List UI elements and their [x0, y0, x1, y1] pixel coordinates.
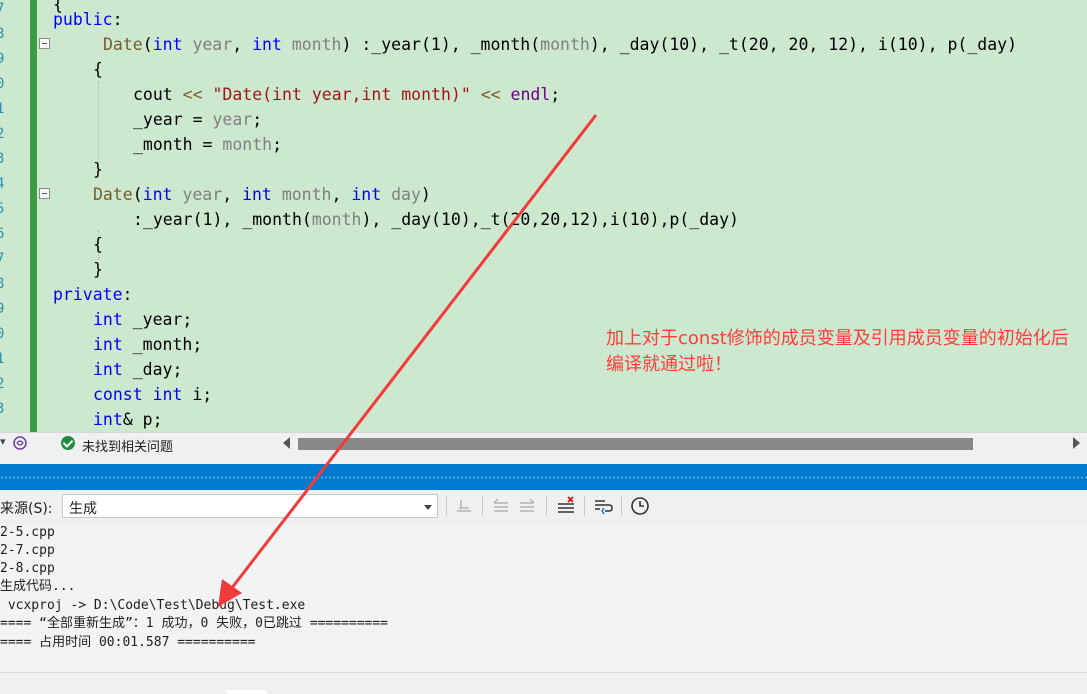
toolbar-separator	[584, 496, 585, 516]
code-line: const int i;	[93, 385, 213, 404]
code-line: {	[93, 60, 103, 79]
output-line: ==== 占用时间 00:01.587 ==========	[0, 635, 256, 650]
panel-tab[interactable]	[226, 690, 266, 694]
indent-guide	[98, 82, 99, 162]
code-line: }	[93, 160, 103, 179]
bottom-tab-strip	[0, 672, 1087, 694]
output-source-dropdown[interactable]: 生成	[62, 494, 438, 518]
toolbar-separator	[482, 496, 483, 516]
toolbar-separator	[621, 496, 622, 516]
horizontal-scrollbar-thumb[interactable]	[298, 438, 973, 450]
line-number: 4	[0, 176, 5, 192]
line-number: 3	[0, 151, 5, 167]
output-panel-title-bar[interactable]	[0, 464, 1087, 490]
toolbar-separator	[446, 496, 447, 516]
collapse-toggle-icon[interactable]	[39, 188, 50, 199]
word-wrap-icon[interactable]	[592, 495, 614, 517]
output-line: 生成代码...	[0, 579, 76, 594]
next-message-icon[interactable]	[516, 495, 538, 517]
line-number: 1	[0, 101, 5, 117]
output-source-value: 生成	[69, 501, 97, 517]
code-line: Date(int year, int month) :_year(1), _mo…	[103, 35, 1017, 54]
line-number: 8	[0, 26, 5, 42]
chevron-down-icon	[424, 505, 432, 510]
code-line: int _month;	[93, 335, 203, 354]
output-text-area[interactable]: 2-5.cpp 2-7.cpp 2-8.cpp 生成代码... vcxproj …	[0, 524, 1087, 672]
no-issues-check-icon	[61, 436, 75, 450]
code-line: _month = month;	[133, 135, 283, 154]
line-number: 7	[0, 251, 5, 267]
line-number: 0	[0, 76, 5, 92]
line-number: 1	[0, 351, 5, 367]
output-line: ==== “全部重新生成”：1 成功，0 失败，0已跳过 ==========	[0, 616, 389, 631]
annotation-note: 加上对于const修饰的成员变量及引用成员变量的初始化后编译就通过啦！	[606, 328, 1069, 375]
line-number: 9	[0, 301, 5, 317]
change-tracking-bar	[30, 0, 37, 432]
line-number: 6	[0, 226, 5, 242]
panel-splitter[interactable]	[0, 454, 1087, 464]
output-source-label: 来源(S):	[0, 501, 53, 517]
code-line: int _day;	[93, 360, 183, 379]
code-line: private:	[53, 285, 133, 304]
code-line: int _year;	[93, 310, 193, 329]
scroll-left-arrow-icon[interactable]	[283, 437, 290, 449]
code-line: public:	[53, 10, 123, 29]
line-number: 9	[0, 51, 5, 67]
code-line: :_year(1), _month(month), _day(10),_t(20…	[133, 210, 739, 229]
code-line: {	[93, 235, 103, 254]
line-number: 8	[0, 276, 5, 292]
code-line: int& p;	[93, 410, 163, 429]
scroll-right-arrow-icon[interactable]	[1073, 437, 1080, 449]
line-number: 2	[0, 376, 5, 392]
code-line: _year = year;	[133, 110, 263, 129]
line-number-gutter: 7 8 9 0 1 2 3 4 5 6 7 8 9 0 1 2 3	[0, 0, 30, 432]
code-line: }	[93, 260, 103, 279]
line-number: 0	[0, 326, 5, 342]
toolbar-separator	[546, 496, 547, 516]
line-number: 5	[0, 201, 5, 217]
code-editor[interactable]: 7 8 9 0 1 2 3 4 5 6 7 8 9 0 1 2 3 { publ…	[0, 0, 1087, 432]
previous-message-icon[interactable]	[490, 495, 512, 517]
code-line: Date(int year, int month, int day)	[93, 185, 431, 204]
code-line: cout << "Date(int year,int month)" << en…	[133, 85, 561, 104]
line-number: 2	[0, 126, 5, 142]
intellicode-icon[interactable]	[12, 435, 28, 451]
output-line: vcxproj -> D:\Code\Test\Debug\Test.exe	[0, 598, 306, 613]
collapse-toggle-icon[interactable]	[39, 38, 50, 49]
output-line: 2-8.cpp	[0, 561, 55, 576]
find-message-icon[interactable]	[453, 495, 475, 517]
issues-status-text[interactable]: 未找到相关问题	[82, 436, 173, 455]
line-number: 3	[0, 401, 5, 417]
line-number: 7	[0, 1, 5, 17]
dropdown-arrow-icon[interactable]: ▾	[0, 435, 6, 448]
output-line: 2-5.cpp	[0, 525, 55, 540]
timestamp-clock-icon[interactable]	[629, 495, 651, 517]
editor-status-bar: ▾ 未找到相关问题	[0, 432, 1087, 455]
clear-all-icon[interactable]	[555, 495, 577, 517]
output-toolbar: 来源(S): 生成	[0, 490, 1087, 524]
output-line: 2-7.cpp	[0, 543, 55, 558]
